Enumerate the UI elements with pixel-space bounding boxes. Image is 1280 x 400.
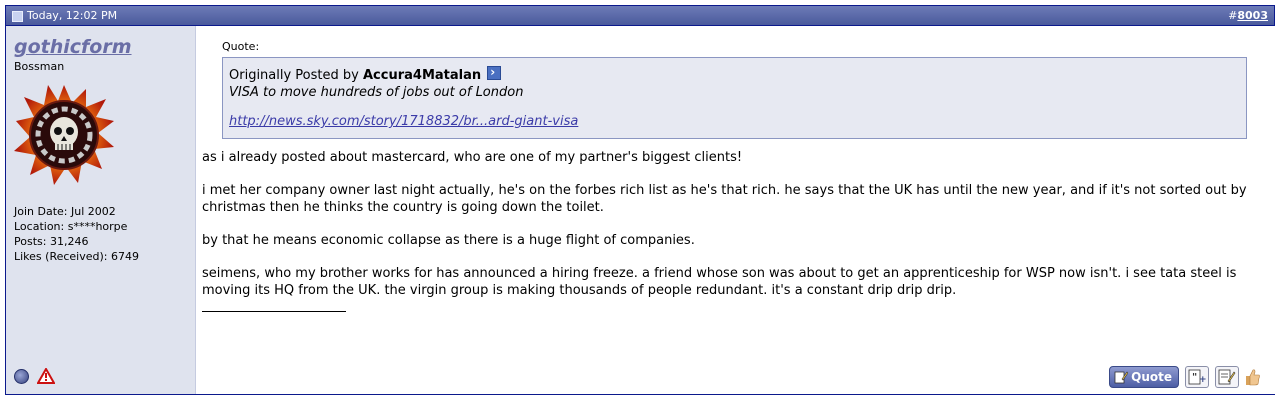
post-number-prefix: # xyxy=(1228,9,1238,22)
user-info: Join Date: Jul 2002 Location: s****horpe… xyxy=(14,204,139,264)
post-header: Today, 12:02 PM #8003 xyxy=(6,6,1274,26)
quoted-link[interactable]: http://news.sky.com/story/1718832/br...a… xyxy=(229,114,578,129)
user-title: Bossman xyxy=(14,60,65,73)
post-number-link[interactable]: 8003 xyxy=(1237,9,1268,22)
message-paragraph: as i already posted about mastercard, wh… xyxy=(202,150,743,165)
view-post-arrow-icon[interactable] xyxy=(487,64,502,81)
location: Location: s****horpe xyxy=(14,220,128,233)
quick-reply-icon[interactable] xyxy=(1215,366,1239,388)
quote-label: Quote: xyxy=(222,40,260,53)
message-paragraph: by that he means economic collapse as th… xyxy=(202,233,695,248)
quoted-text: VISA to move hundreds of jobs out of Lon… xyxy=(229,85,524,100)
message-body: as i already posted about mastercard, wh… xyxy=(202,149,1267,312)
svg-text:+: + xyxy=(1199,375,1206,385)
report-post-warning-icon[interactable] xyxy=(37,368,55,384)
quote-button-label: Quote xyxy=(1131,370,1172,384)
avatar[interactable] xyxy=(14,85,114,185)
quote-box: Originally Posted by Accura4Matalan VISA… xyxy=(222,57,1247,139)
quote-author: Accura4Matalan xyxy=(362,68,482,83)
originally-posted-by-label: Originally Posted by xyxy=(229,68,359,83)
svg-text:": " xyxy=(1192,372,1197,383)
post-icon xyxy=(12,11,23,22)
offline-status-icon xyxy=(14,368,29,384)
multi-quote-icon[interactable]: " + xyxy=(1185,366,1209,388)
post-action-buttons: Quote " + xyxy=(1109,366,1261,388)
like-thumb-icon[interactable] xyxy=(1245,368,1261,386)
forum-post: Today, 12:02 PM #8003 gothicform Bossman xyxy=(5,5,1275,395)
user-sidebar: gothicform Bossman Join Date: Jul 2002 L… xyxy=(6,26,196,394)
skull-avatar-image xyxy=(14,85,114,185)
message-paragraph: i met her company owner last night actua… xyxy=(202,183,1247,215)
message-paragraph: seimens, who my brother works for has an… xyxy=(202,266,1237,298)
quote-button[interactable]: Quote xyxy=(1109,366,1179,388)
post-content: Quote: Originally Posted by Accura4Matal… xyxy=(196,26,1275,394)
likes-received: Likes (Received): 6749 xyxy=(14,250,139,263)
post-datetime: Today, 12:02 PM xyxy=(27,9,118,22)
signature-divider xyxy=(202,311,346,312)
post-count: Posts: 31,246 xyxy=(14,235,89,248)
username-link[interactable]: gothicform xyxy=(14,36,187,58)
join-date: Join Date: Jul 2002 xyxy=(14,205,116,218)
quote-pencil-icon xyxy=(1114,371,1129,384)
